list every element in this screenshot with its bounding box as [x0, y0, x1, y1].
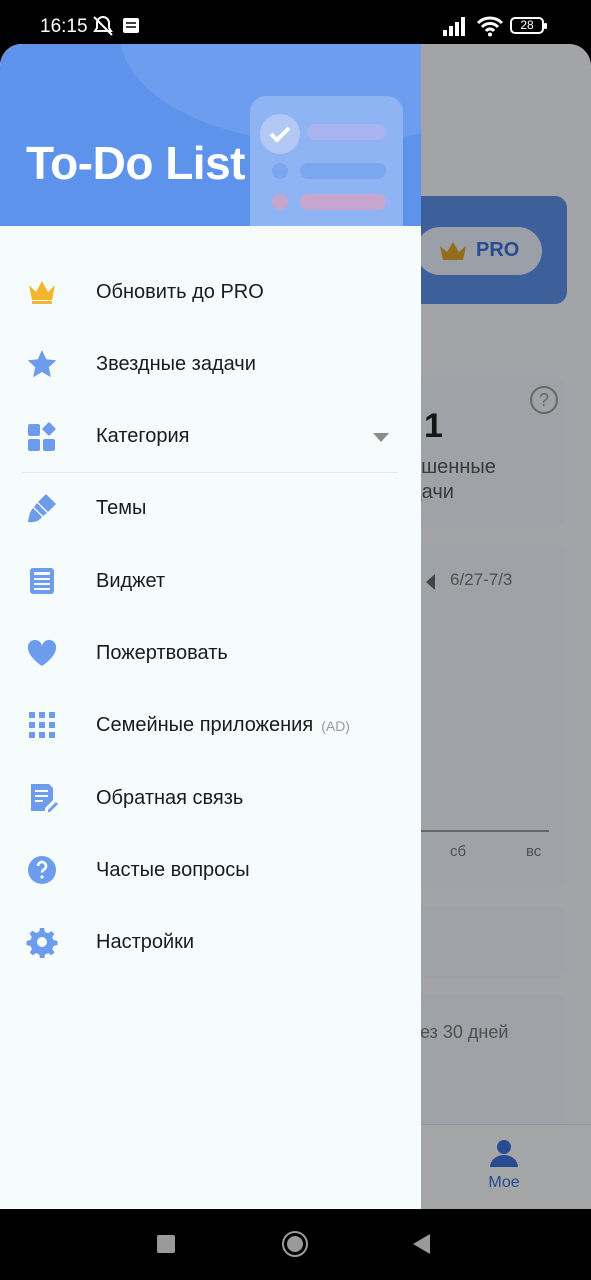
menu-item-upgrade-pro[interactable]: Обновить до PRO — [0, 260, 421, 324]
menu-divider — [22, 472, 398, 473]
app-title: To-Do List — [26, 137, 245, 189]
header-illustration — [250, 96, 403, 226]
check-icon — [260, 114, 300, 154]
system-navigation-bar — [0, 1209, 591, 1280]
menu-item-widget[interactable]: Виджет — [0, 549, 421, 613]
menu-item-label: Категория — [96, 425, 190, 447]
help-icon — [28, 856, 56, 884]
ad-badge: (AD) — [321, 718, 350, 734]
recents-button[interactable] — [157, 1235, 175, 1253]
menu-item-label: Обновить до PRO — [96, 281, 264, 303]
menu-item-settings[interactable]: Настройки — [0, 910, 421, 974]
navigation-drawer: To-Do List Обновить до PRO Звездные зада… — [0, 44, 421, 1209]
menu-item-label: Звездные задачи — [96, 353, 256, 375]
menu-item-label: Виджет — [96, 570, 166, 592]
menu-item-starred-tasks[interactable]: Звездные задачи — [0, 332, 421, 396]
menu-item-feedback[interactable]: Обратная связь — [0, 766, 421, 830]
brush-icon — [28, 494, 56, 523]
menu-item-themes[interactable]: Темы — [0, 476, 421, 540]
status-bar: 16:15 28 — [0, 0, 591, 44]
screen: PRO 1 ршенные дачи ? 6/27-7/3 сб вс рез … — [0, 44, 591, 1209]
battery-icon: 28 — [510, 17, 547, 34]
chevron-down-icon[interactable] — [373, 433, 389, 442]
menu-item-donate[interactable]: Пожертвовать — [0, 621, 421, 685]
menu-item-label: Темы — [96, 497, 147, 519]
menu-item-label: Семейные приложения (AD) — [96, 714, 350, 737]
feedback-icon — [31, 784, 58, 812]
widget-icon — [30, 568, 54, 594]
menu-item-label: Настройки — [96, 931, 195, 953]
notifications-muted-icon — [93, 15, 113, 36]
menu-item-label: Частые вопросы — [96, 859, 250, 881]
heart-icon — [27, 639, 57, 666]
star-icon — [27, 350, 57, 378]
status-time: 16:15 — [40, 16, 88, 37]
menu-item-category[interactable]: Категория — [0, 404, 421, 468]
sim-card-icon — [123, 18, 139, 33]
apps-grid-icon — [29, 712, 55, 738]
back-button[interactable] — [413, 1234, 430, 1254]
menu-item-label: Обратная связь — [96, 787, 244, 809]
home-button[interactable] — [282, 1231, 308, 1257]
menu-item-label-text: Семейные приложения — [96, 714, 314, 736]
category-icon — [28, 422, 56, 451]
menu-item-faq[interactable]: Частые вопросы — [0, 838, 421, 902]
crown-icon — [29, 281, 55, 304]
drawer-header: To-Do List — [0, 44, 421, 226]
menu-item-label: Пожертвовать — [96, 642, 228, 664]
wifi-icon — [476, 16, 504, 37]
menu-item-family-apps[interactable]: Семейные приложения (AD) — [0, 693, 421, 757]
gear-icon — [26, 928, 58, 958]
signal-icon — [443, 17, 465, 36]
